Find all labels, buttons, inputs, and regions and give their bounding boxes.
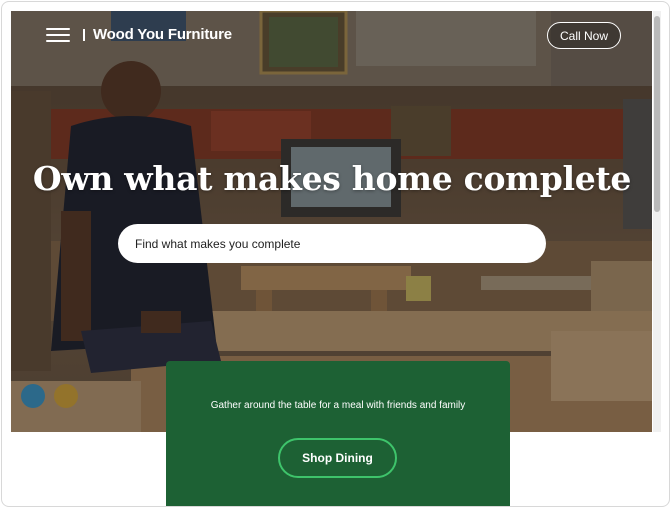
hero-headline: Own what makes home complete — [32, 159, 632, 198]
call-now-button[interactable]: Call Now — [547, 22, 621, 49]
search-input[interactable] — [133, 235, 531, 252]
hamburger-menu-icon[interactable] — [46, 28, 70, 42]
scrollbar-thumb[interactable] — [654, 16, 660, 212]
promo-text: Gather around the table for a meal with … — [210, 400, 466, 411]
browser-frame: Wood You Furniture Call Now Own what mak… — [1, 1, 670, 507]
brand-logo[interactable]: Wood You Furniture — [93, 26, 232, 43]
search-bar[interactable] — [118, 224, 546, 263]
shop-dining-button[interactable]: Shop Dining — [278, 438, 397, 478]
nav-divider — [83, 29, 85, 41]
promo-card: Gather around the table for a meal with … — [166, 361, 510, 506]
